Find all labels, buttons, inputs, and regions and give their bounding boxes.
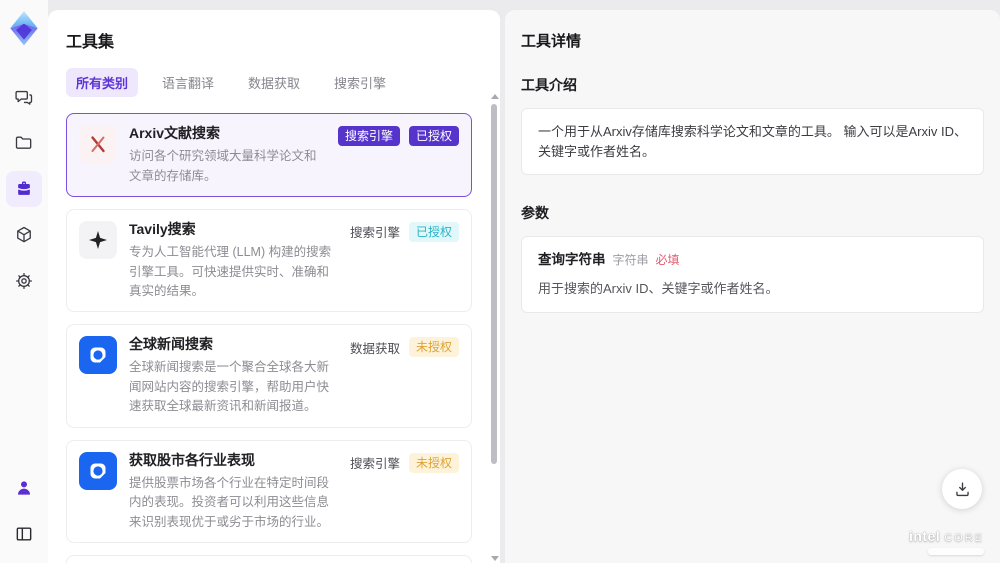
tool-desc: 全球新闻搜索是一个聚合全球各大新闻网站内容的搜索引擎，帮助用户快速获取全球最新资… [129, 360, 330, 414]
tool-detail-panel: 工具详情 工具介绍 一个用于从Arxiv存储库搜索科学论文和文章的工具。 输入可… [505, 10, 1000, 563]
briefcase-icon[interactable] [6, 171, 42, 207]
detail-title: 工具详情 [521, 33, 582, 50]
scroll-down-icon[interactable] [491, 556, 499, 561]
tavily-sparkle-icon [79, 220, 117, 259]
intel-core-logo: intel core [909, 529, 984, 555]
param-desc: 用于搜索的Arxiv ID、关键字或作者姓名。 [538, 281, 779, 297]
news-search-icon [79, 336, 117, 375]
tool-card-sector-performance[interactable]: 获取股市各行业表现 提供股票市场各个行业在特定时间段内的表现。投资者可以利用这些… [66, 439, 472, 543]
tab-data-fetch[interactable]: 数据获取 [238, 68, 310, 97]
panel-layout-icon[interactable] [6, 516, 42, 552]
tool-name: Arxiv文献搜索 [129, 125, 221, 141]
tool-name: Tavily搜索 [129, 220, 196, 237]
tool-card-arxiv[interactable]: Arxiv文献搜索 访问各个研究领域大量科学论文和文章的存储库。 搜索引擎 已授… [66, 113, 472, 197]
param-type: 字符串 [612, 253, 649, 267]
app-root: 工具集 所有类别 语言翻译 数据获取 搜索引擎 Arxiv文献搜索 访问各个研究… [0, 0, 1000, 563]
tool-desc: 专为人工智能代理 (LLM) 构建的搜索引擎工具。可快速提供实时、准确和真实的结… [129, 245, 332, 298]
category-badge: 搜索引擎 [337, 126, 400, 146]
page-title: 工具集 [66, 34, 115, 51]
tool-list-panel: 工具集 所有类别 语言翻译 数据获取 搜索引擎 Arxiv文献搜索 访问各个研究… [48, 10, 500, 563]
tool-card-global-news[interactable]: 全球新闻搜索 全球新闻搜索是一个聚合全球各大新闻网站内容的搜索引擎，帮助用户快速… [66, 324, 472, 428]
app-logo-gem-icon [8, 10, 40, 46]
download-icon [955, 481, 969, 496]
status-badge: 已授权 [408, 126, 459, 146]
category-label: 数据获取 [349, 341, 400, 356]
news-search-icon [79, 451, 117, 490]
chat-icon[interactable] [6, 79, 42, 115]
tab-search-engine[interactable]: 搜索引擎 [324, 68, 396, 97]
package-icon[interactable] [6, 217, 42, 253]
tab-language-translation[interactable]: 语言翻译 [152, 68, 224, 97]
scrollbar-thumb[interactable] [491, 104, 497, 464]
folder-icon[interactable] [6, 125, 42, 161]
params-heading: 参数 [521, 205, 549, 221]
intro-heading: 工具介绍 [521, 77, 577, 93]
category-label: 搜索引擎 [349, 457, 400, 472]
param-name: 查询字符串 [538, 252, 606, 267]
tool-desc: 提供股票市场各个行业在特定时间段内的表现。投资者可以利用这些信息来识别表现优于或… [129, 475, 330, 529]
scroll-up-icon[interactable] [491, 94, 499, 99]
brand-core: core [944, 532, 984, 544]
param-card: 查询字符串 字符串 必填 用于搜索的Arxiv ID、关键字或作者姓名。 [521, 236, 984, 313]
tool-name: 获取股市各行业表现 [129, 451, 255, 468]
tool-name: 全球新闻搜索 [129, 336, 213, 353]
list-scrollbar[interactable] [490, 94, 499, 561]
status-badge: 已授权 [408, 221, 459, 242]
status-badge: 未授权 [408, 452, 459, 473]
tab-all-categories[interactable]: 所有类别 [66, 68, 139, 97]
intro-card: 一个用于从Arxiv存储库搜索科学论文和文章的工具。 输入可以是Arxiv ID… [521, 108, 984, 175]
settings-icon[interactable] [6, 263, 42, 299]
param-required-badge: 必填 [655, 253, 680, 267]
status-badge: 未授权 [408, 337, 459, 358]
tool-card-most-active-stocks[interactable]: 获取市场最活跃股票信息 提供当天交易量最高的股票列表，投资者可以利用这些信息来识… [66, 554, 472, 563]
category-tabs: 所有类别 语言翻译 数据获取 搜索引擎 [66, 68, 482, 97]
left-rail [0, 0, 48, 563]
tool-card-tavily[interactable]: Tavily搜索 专为人工智能代理 (LLM) 构建的搜索引擎工具。可快速提供实… [66, 208, 472, 313]
category-label: 搜索引擎 [349, 226, 400, 241]
arxiv-icon [79, 125, 117, 163]
brand-subbar [928, 548, 984, 555]
download-button[interactable] [942, 469, 982, 509]
main-content: 工具集 所有类别 语言翻译 数据获取 搜索引擎 Arxiv文献搜索 访问各个研究… [48, 0, 1000, 563]
user-icon[interactable] [6, 470, 42, 506]
tool-desc: 访问各个研究领域大量科学论文和文章的存储库。 [129, 149, 317, 183]
brand-intel: intel [908, 528, 941, 544]
